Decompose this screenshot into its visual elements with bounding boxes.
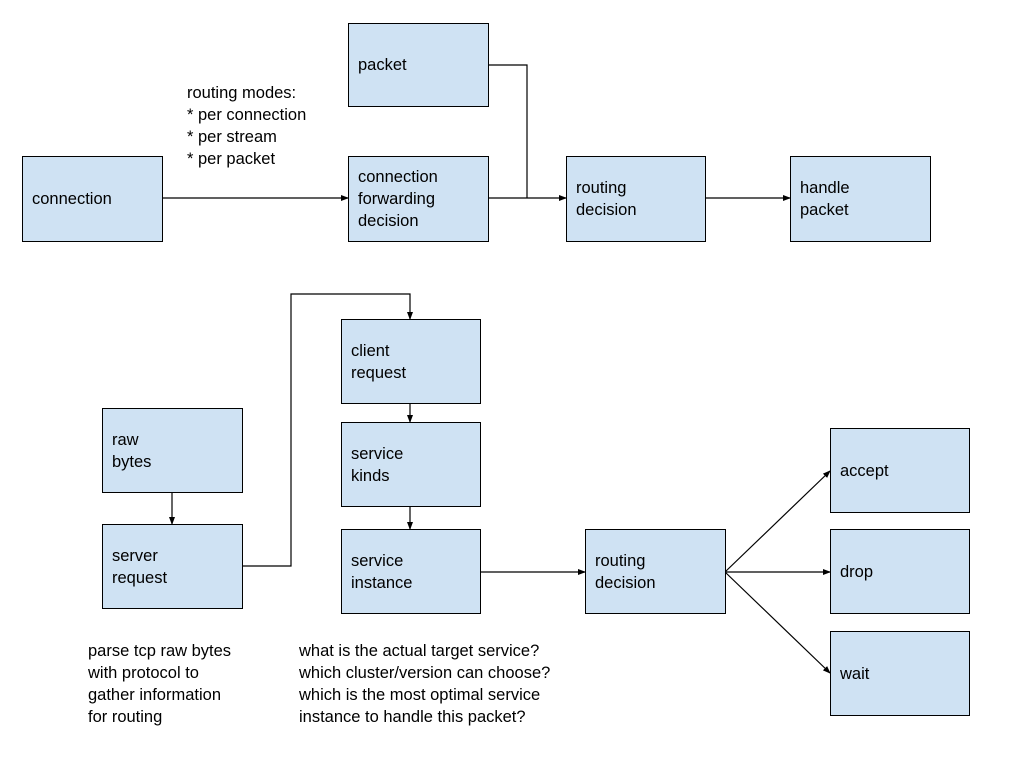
node-service-kinds: service kinds bbox=[341, 422, 481, 507]
node-drop: drop bbox=[830, 529, 970, 614]
node-handle-packet: handle packet bbox=[790, 156, 931, 242]
edge-packet-to-routing bbox=[488, 64, 528, 198]
node-accept: accept bbox=[830, 428, 970, 513]
node-routing-decision: routing decision bbox=[566, 156, 706, 242]
node-connection-forwarding-decision: connection forwarding decision bbox=[348, 156, 489, 242]
edge-routing-to-accept bbox=[724, 470, 831, 573]
edge-routing-to-wait bbox=[724, 571, 831, 674]
node-connection: connection bbox=[22, 156, 163, 242]
questions-note: what is the actual target service? which… bbox=[299, 642, 551, 726]
node-service-instance: service instance bbox=[341, 529, 481, 614]
node-server-request: server request bbox=[102, 524, 243, 609]
routing-modes-note: routing modes: * per connection * per st… bbox=[187, 84, 307, 168]
node-raw-bytes: raw bytes bbox=[102, 408, 243, 493]
diagram-canvas: connection packet connection forwarding … bbox=[0, 0, 1011, 764]
node-wait: wait bbox=[830, 631, 970, 716]
node-packet: packet bbox=[348, 23, 489, 107]
node-routing-decision-2: routing decision bbox=[585, 529, 726, 614]
parse-note: parse tcp raw bytes with protocol to gat… bbox=[88, 642, 232, 726]
node-client-request: client request bbox=[341, 319, 481, 404]
